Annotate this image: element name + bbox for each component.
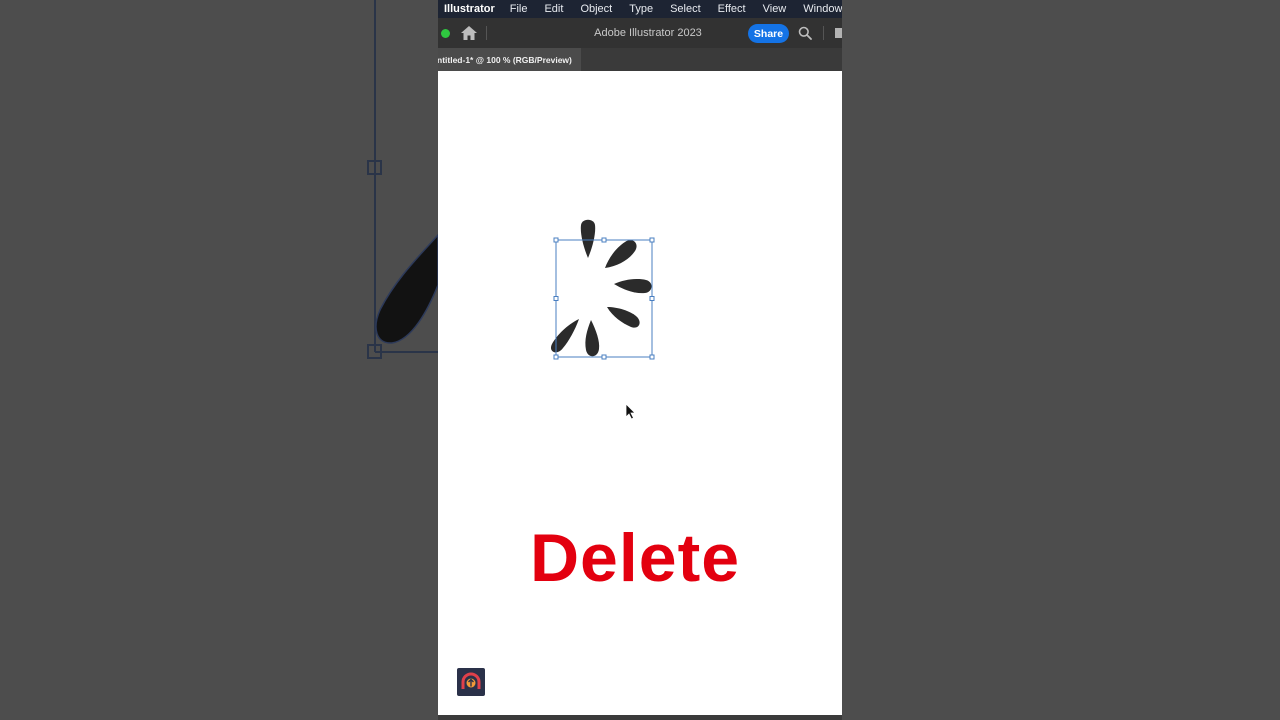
petal-shape — [585, 320, 600, 357]
menu-effect[interactable]: Effect — [709, 3, 754, 15]
menu-view[interactable]: View — [754, 3, 795, 15]
toolbar-divider — [823, 26, 824, 40]
artboard[interactable]: Delete — [438, 71, 842, 715]
share-button[interactable]: Share — [748, 24, 789, 43]
petal-shape — [614, 279, 652, 294]
menu-object[interactable]: Object — [571, 3, 620, 15]
petal-shape — [580, 219, 596, 258]
document-tab-label: ntitled-1* @ 100 % (RGB/Preview) — [438, 54, 572, 65]
menu-type[interactable]: Type — [620, 3, 661, 15]
menu-edit[interactable]: Edit — [535, 3, 571, 15]
petal-shape — [551, 319, 579, 353]
petal-shape — [607, 307, 640, 328]
menu-file[interactable]: File — [501, 3, 536, 15]
menu-app-name[interactable]: Illustrator — [438, 3, 501, 15]
illustrator-window: Illustrator File Edit Object Type Select… — [438, 0, 842, 720]
search-icon[interactable] — [798, 26, 812, 40]
document-tab[interactable]: ntitled-1* @ 100 % (RGB/Preview) — [438, 48, 581, 71]
overlay-caption: Delete — [529, 520, 741, 596]
mouse-cursor-icon — [625, 403, 636, 420]
status-bar — [438, 715, 842, 720]
channel-logo-icon — [457, 668, 485, 696]
menu-select[interactable]: Select — [661, 3, 709, 15]
application-bar: Adobe Illustrator 2023 Share — [438, 18, 842, 49]
petal-shape — [605, 240, 637, 268]
selection-bounding-box — [553, 237, 655, 360]
menu-window[interactable]: Window — [794, 3, 842, 15]
document-tab-bar: ntitled-1* @ 100 % (RGB/Preview) — [438, 48, 842, 71]
background-zoom-view — [0, 0, 438, 720]
panel-toggle-icon[interactable] — [835, 28, 842, 38]
menu-bar: Illustrator File Edit Object Type Select… — [438, 0, 842, 18]
